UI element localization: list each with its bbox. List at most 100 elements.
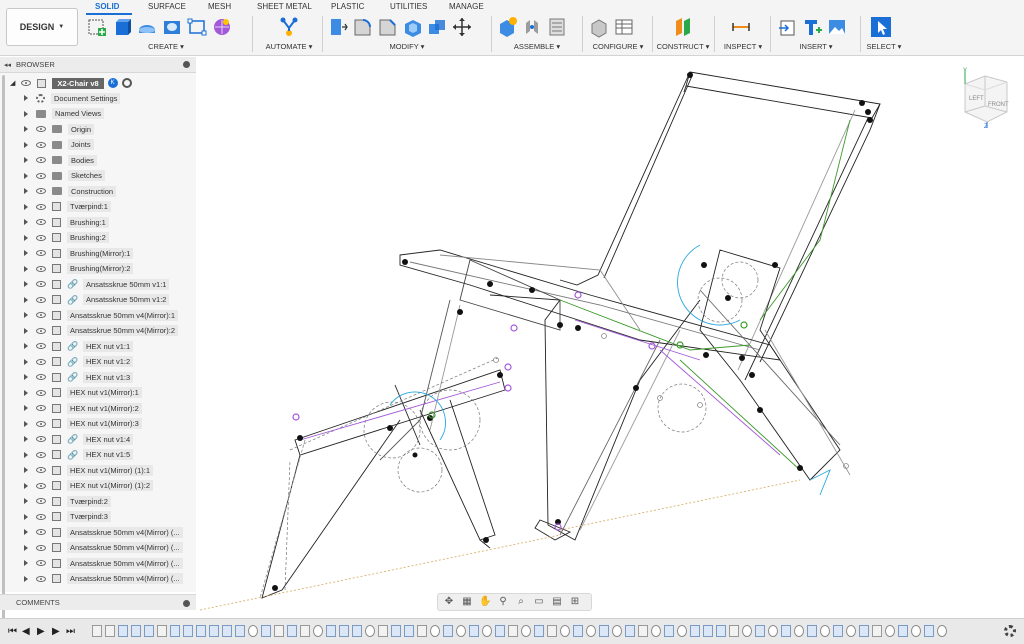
insert-image-icon[interactable]	[826, 16, 848, 38]
browser-item[interactable]: 🔗 HEX nut v1:5	[24, 448, 134, 462]
offset-plane-icon[interactable]	[672, 16, 694, 38]
timeline-feature[interactable]	[417, 625, 427, 637]
visibility-eye-icon[interactable]	[36, 358, 46, 365]
look-at-icon[interactable]: ▦	[461, 596, 473, 608]
browser-item[interactable]: Bodies	[24, 153, 97, 167]
browser-item[interactable]: Origin	[24, 122, 95, 136]
construct-group-label[interactable]: CONSTRUCT ▾	[656, 42, 710, 51]
timeline-feature[interactable]	[664, 625, 674, 637]
orbit-icon[interactable]: ✥	[443, 596, 455, 608]
expand-arrow-icon[interactable]	[24, 250, 30, 256]
expand-arrow-icon[interactable]	[24, 467, 30, 473]
timeline-feature[interactable]	[768, 625, 778, 637]
display-settings-icon[interactable]: ▭	[533, 596, 545, 608]
timeline-feature[interactable]	[456, 625, 466, 637]
form-icon[interactable]	[211, 16, 233, 38]
new-sketch-icon[interactable]	[86, 16, 108, 38]
timeline-feature[interactable]	[859, 625, 869, 637]
timeline-feature[interactable]	[339, 625, 349, 637]
expand-arrow-icon[interactable]	[24, 405, 30, 411]
browser-item[interactable]: Ansatsskrue 50mm v4(Mirror):1	[24, 308, 179, 322]
browser-item[interactable]: Brushing:1	[24, 215, 109, 229]
tab-surface[interactable]: SURFACE	[148, 2, 186, 11]
configuration-table-icon[interactable]	[613, 16, 635, 38]
timeline-feature[interactable]	[274, 625, 284, 637]
browser-item[interactable]: Brushing(Mirror):1	[24, 246, 134, 260]
expand-arrow-icon[interactable]	[24, 544, 30, 551]
expand-arrow-icon[interactable]	[24, 141, 30, 148]
press-pull-icon[interactable]	[326, 16, 348, 38]
zoom-icon[interactable]: ⚲	[497, 596, 509, 608]
visibility-eye-icon[interactable]	[36, 141, 46, 148]
rectangle-sketch-icon[interactable]	[186, 16, 208, 38]
visibility-eye-icon[interactable]	[36, 312, 46, 318]
timeline-feature[interactable]	[508, 625, 518, 637]
timeline-play-icon[interactable]: ▶	[37, 626, 45, 637]
assemble-group-label[interactable]: ASSEMBLE ▾	[496, 42, 578, 51]
timeline-settings-gear-icon[interactable]	[1004, 625, 1016, 637]
expand-arrow-icon[interactable]	[24, 172, 30, 179]
as-built-joint-icon[interactable]	[546, 16, 568, 38]
expand-arrow-icon[interactable]	[24, 436, 30, 442]
expand-arrow-icon[interactable]	[24, 312, 30, 318]
expand-arrow-icon[interactable]	[24, 374, 30, 380]
visibility-eye-icon[interactable]	[36, 482, 46, 489]
tree-root[interactable]: ◢ X2-Chair v8 K	[10, 76, 132, 90]
visibility-eye-icon[interactable]	[36, 560, 46, 566]
configure-group-label[interactable]: CONFIGURE ▾	[588, 42, 648, 51]
chamfer-icon[interactable]	[376, 16, 398, 38]
viewports-icon[interactable]: ⊞	[569, 596, 581, 608]
tab-utilities[interactable]: UTILITIES	[390, 2, 427, 11]
browser-item[interactable]: Ansatsskrue 50mm v4(Mirror) (...	[24, 525, 183, 539]
expand-arrow-icon[interactable]	[24, 389, 30, 396]
timeline-feature[interactable]	[677, 625, 687, 637]
expand-arrow-icon[interactable]	[24, 234, 30, 241]
timeline-feature[interactable]	[872, 625, 882, 637]
timeline-feature[interactable]	[404, 625, 414, 637]
browser-item[interactable]: 🔗 HEX nut v1:3	[24, 370, 134, 384]
visibility-eye-icon[interactable]	[36, 265, 46, 272]
timeline-feature[interactable]	[534, 625, 544, 637]
visibility-eye-icon[interactable]	[36, 281, 46, 287]
visibility-eye-icon[interactable]	[36, 529, 46, 535]
timeline-feature[interactable]	[612, 625, 622, 637]
visibility-eye-icon[interactable]	[36, 219, 46, 225]
browser-item[interactable]: Brushing(Mirror):2	[24, 262, 134, 276]
timeline-feature[interactable]	[118, 625, 128, 637]
timeline-feature[interactable]	[248, 625, 258, 637]
timeline-feature[interactable]	[586, 625, 596, 637]
visibility-eye-icon[interactable]	[36, 389, 46, 396]
revolve-icon[interactable]	[136, 16, 158, 38]
timeline-feature[interactable]	[287, 625, 297, 637]
expand-arrow-icon[interactable]	[24, 296, 30, 303]
timeline-feature[interactable]	[196, 625, 206, 637]
timeline-feature[interactable]	[222, 625, 232, 637]
expand-arrow-icon[interactable]	[24, 420, 30, 427]
create-group-label[interactable]: CREATE ▾	[86, 42, 246, 51]
fillet-icon[interactable]	[351, 16, 373, 38]
expand-arrow-icon[interactable]	[24, 327, 30, 334]
visibility-eye-icon[interactable]	[21, 80, 32, 86]
browser-item[interactable]: HEX nut v1(Mirror):2	[24, 401, 142, 415]
visibility-eye-icon[interactable]	[36, 575, 46, 582]
timeline-feature[interactable]	[326, 625, 336, 637]
expand-arrow-icon[interactable]	[24, 281, 30, 287]
visibility-eye-icon[interactable]	[36, 157, 46, 163]
root-component-label[interactable]: X2-Chair v8	[52, 77, 104, 89]
timeline-feature[interactable]	[885, 625, 895, 637]
visibility-eye-icon[interactable]	[36, 203, 46, 210]
timeline-feature[interactable]	[92, 625, 102, 637]
insert-mesh-icon[interactable]	[801, 16, 823, 38]
timeline-feature[interactable]	[313, 625, 323, 637]
expand-arrow-icon[interactable]	[24, 498, 30, 504]
inspect-group-label[interactable]: INSPECT ▾	[720, 42, 766, 51]
collapse-panel-icon[interactable]: ◂◂	[4, 61, 11, 69]
timeline-feature[interactable]	[482, 625, 492, 637]
hole-icon[interactable]	[161, 16, 183, 38]
timeline-feature[interactable]	[521, 625, 531, 637]
browser-item[interactable]: HEX nut v1(Mirror) (1):1	[24, 463, 154, 477]
expand-arrow-icon[interactable]	[24, 126, 30, 132]
expand-arrow-icon[interactable]	[24, 529, 30, 535]
timeline-feature[interactable]	[820, 625, 830, 637]
timeline-feature[interactable]	[638, 625, 648, 637]
